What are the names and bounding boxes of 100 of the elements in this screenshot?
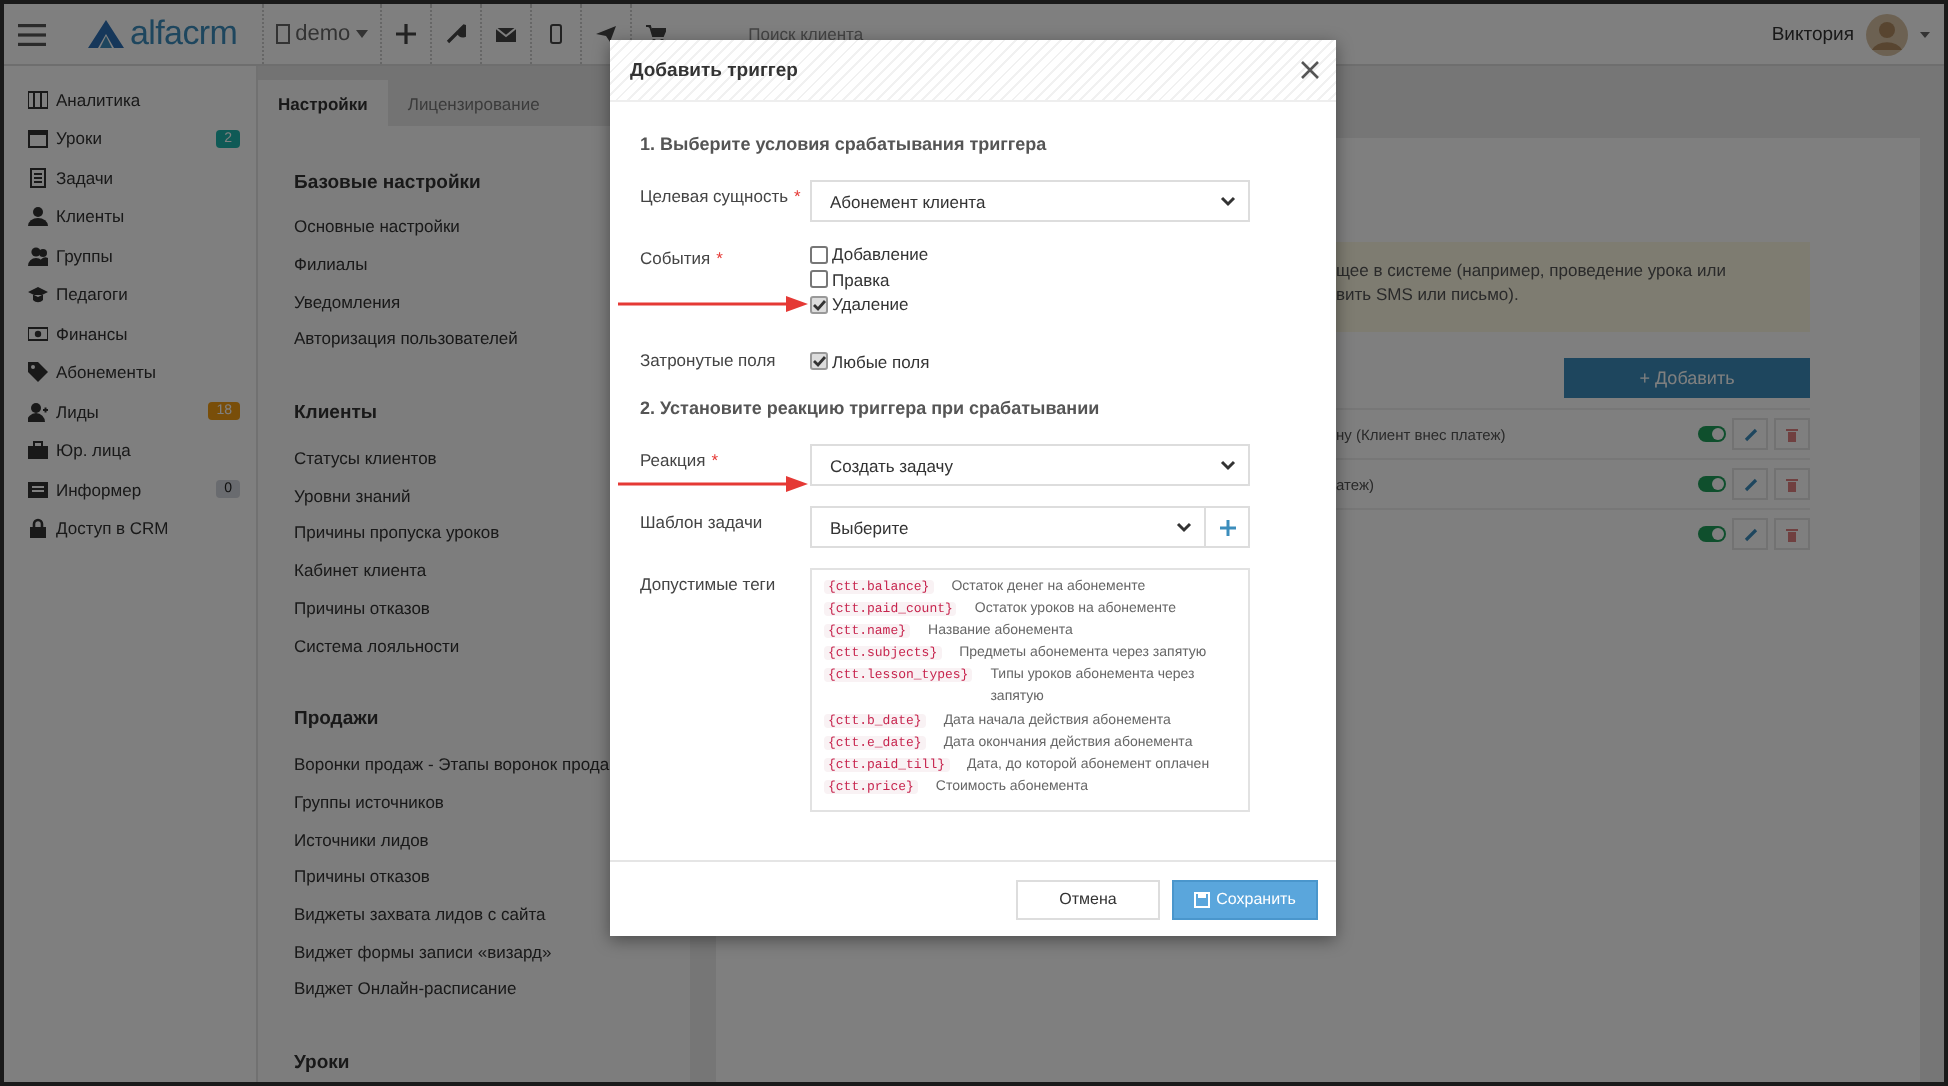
money-icon (28, 323, 48, 344)
trash-icon (1786, 527, 1798, 541)
pencil-icon (1743, 527, 1757, 541)
delete-button[interactable] (1774, 468, 1810, 500)
avatar[interactable] (1866, 13, 1908, 55)
settings-link[interactable]: Причины пропуска уроков (294, 514, 500, 552)
toggle-switch[interactable] (1698, 476, 1726, 492)
cancel-button[interactable]: Отмена (1016, 879, 1160, 919)
checkbox[interactable] (810, 245, 828, 264)
sidebar-item[interactable]: Группы (4, 236, 256, 275)
dialog-title: Добавить триггер (630, 59, 798, 81)
sidebar-item[interactable]: Финансы (4, 314, 256, 353)
tab[interactable]: Лицензирование (387, 80, 560, 126)
field-label: Допустимые теги (640, 574, 776, 598)
sidebar-item[interactable]: Абонементы (4, 353, 256, 392)
settings-link[interactable]: Авторизация пользователей (294, 320, 518, 358)
caret-icon (356, 30, 369, 38)
checkbox-label[interactable]: Любые поля (832, 351, 930, 372)
envelope-icon[interactable] (496, 24, 517, 44)
section-heading: Продажи (294, 706, 379, 735)
user-plus-icon (28, 401, 48, 422)
toggle-switch[interactable] (1698, 526, 1726, 542)
select-field[interactable]: Абонемент клиента (810, 180, 1250, 222)
branch-name[interactable]: demo (295, 22, 351, 46)
trash-icon (1786, 477, 1798, 491)
wrench-icon[interactable] (446, 24, 467, 44)
sidebar-item[interactable]: Клиенты (4, 197, 256, 236)
checkbox-label[interactable]: Добавление (832, 244, 929, 265)
plus-icon[interactable] (396, 24, 417, 44)
add-template-button[interactable] (1206, 506, 1250, 548)
settings-link[interactable]: Виджет формы записи «визард» (294, 932, 552, 970)
select-field[interactable]: Выберите (810, 506, 1206, 548)
section-heading: Базовые настройки (294, 169, 481, 197)
select-field[interactable]: Создать задачу (810, 444, 1250, 486)
logo[interactable]: alfacrm (60, 14, 262, 54)
users-icon (28, 245, 48, 266)
settings-link[interactable]: Причины отказов (294, 589, 430, 627)
caret-icon[interactable] (1920, 31, 1930, 37)
required-mark: * (794, 186, 801, 210)
checkbox[interactable] (810, 270, 828, 289)
menu-icon[interactable] (18, 23, 46, 45)
delete-button[interactable] (1774, 418, 1810, 450)
section-heading: 1. Выберите условия срабатывания триггера (640, 134, 1049, 158)
settings-link[interactable]: Филиалы (294, 245, 368, 283)
lock-icon (28, 518, 48, 539)
checkbox-label[interactable]: Удаление (832, 294, 909, 315)
edit-button[interactable] (1732, 468, 1768, 500)
field-label: Целевая сущность (640, 186, 789, 210)
sidebar-item[interactable]: Юр. лица (4, 431, 256, 470)
calendar-icon (28, 128, 48, 149)
search-field[interactable]: Поиск клиента (748, 20, 1069, 48)
toggle-switch[interactable] (1698, 426, 1726, 442)
save-icon (1194, 891, 1211, 907)
settings-link[interactable]: Виджет Онлайн-расписание (294, 970, 517, 1008)
settings-link[interactable]: Основные настройки (294, 208, 460, 246)
field-label: События (640, 248, 711, 272)
required-mark: * (716, 248, 723, 272)
settings-link[interactable]: Кабинет клиента (294, 551, 427, 589)
paper-plane-icon[interactable] (596, 24, 617, 44)
sidebar-item[interactable]: Задачи (4, 158, 256, 197)
section-heading: 2. Установите реакцию триггера при срабатывании (640, 398, 1102, 422)
pencil-icon (1743, 477, 1757, 491)
sidebar-item[interactable]: Доступ в CRM (4, 509, 256, 548)
trash-icon (1786, 427, 1798, 441)
user-name[interactable]: Виктория (1771, 23, 1854, 45)
mobile-icon[interactable] (546, 24, 567, 44)
pencil-icon (1743, 427, 1757, 441)
mobile-icon (275, 24, 290, 44)
settings-link[interactable]: Группы источников (294, 783, 444, 821)
chevron-icon (1176, 520, 1192, 534)
edit-button[interactable] (1732, 418, 1768, 450)
checkbox-label[interactable]: Правка (832, 269, 890, 290)
edit-button[interactable] (1732, 518, 1768, 550)
field-label: Затронутые поля (640, 349, 776, 374)
settings-link[interactable]: Система лояльности (294, 626, 460, 664)
settings-link[interactable]: Уровни знаний (294, 476, 411, 515)
cap-icon (28, 284, 48, 305)
sidebar-item[interactable]: Педагоги (4, 275, 256, 314)
add-button[interactable]: + Добавить (1564, 358, 1810, 398)
sidebar-item[interactable]: Аналитика (4, 80, 256, 119)
field-label: Реакция (640, 450, 706, 474)
chart-icon (28, 89, 48, 110)
settings-link[interactable]: Источники лидов (294, 820, 429, 858)
checkbox[interactable] (810, 352, 828, 371)
section-heading: Уроки (294, 1050, 350, 1079)
settings-link[interactable]: Статусы клиентов (294, 439, 437, 477)
chevron-icon (1220, 194, 1236, 208)
settings-link[interactable]: Причины отказов (294, 857, 430, 896)
section-heading: Клиенты (294, 400, 377, 429)
settings-link[interactable]: Воронки продаж - Этапы воронок прода (294, 745, 610, 784)
settings-link[interactable]: Уведомления (294, 282, 401, 321)
tab[interactable]: Настройки (258, 80, 388, 126)
field-label: Шаблон задачи (640, 512, 763, 536)
delete-button[interactable] (1774, 518, 1810, 550)
checkbox[interactable] (810, 295, 828, 314)
close-icon[interactable] (1300, 60, 1320, 80)
clipboard-icon (28, 167, 48, 188)
tag-icon (28, 362, 48, 383)
settings-link[interactable]: Виджеты захвата лидов с сайта (294, 895, 546, 933)
save-button[interactable]: Сохранить (1172, 879, 1318, 919)
